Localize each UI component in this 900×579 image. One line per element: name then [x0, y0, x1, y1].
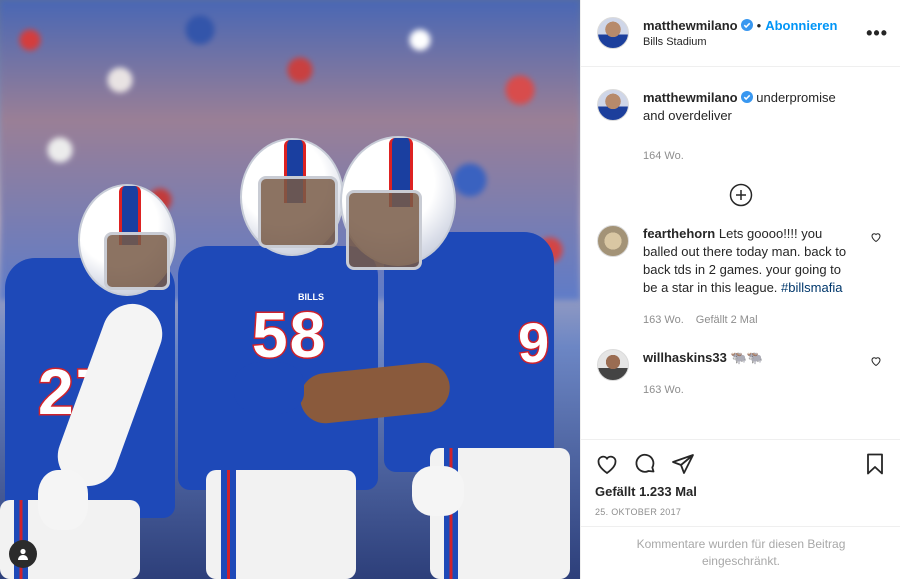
load-more-comments-button[interactable] [597, 183, 884, 207]
bookmark-icon[interactable] [863, 452, 887, 476]
post-location[interactable]: Bills Stadium [643, 36, 837, 50]
comment-likes[interactable]: Gefällt 2 Mal [696, 314, 758, 326]
caption-author-avatar[interactable] [597, 89, 629, 121]
comment-hashtag[interactable]: #billsmafia [781, 280, 842, 295]
plus-circle-icon [729, 183, 752, 207]
comment-meta: 163 Wo. Gefällt 2 Mal [643, 311, 853, 329]
verified-badge-icon [740, 91, 753, 103]
comment-body: fearthehorn Lets goooo!!!! you balled ou… [643, 225, 853, 329]
share-icon[interactable] [671, 452, 695, 476]
user-icon[interactable] [9, 540, 37, 568]
post-date[interactable]: 25. OKTOBER 2017 [595, 507, 887, 517]
post-header: matthewmilano • Abonnieren Bills Stadium •… [581, 0, 900, 67]
comment-icon[interactable] [633, 452, 657, 476]
player-right-number: 9 [516, 310, 552, 376]
caption-meta: 164 Wo. [643, 147, 853, 165]
more-options-icon[interactable]: ••• [866, 24, 888, 42]
caption-age[interactable]: 164 Wo. [643, 150, 684, 162]
comments-restricted-notice: Kommentare wurden für diesen Beitrag ein… [581, 526, 900, 579]
caption-body: matthewmilano underpromise and overdeliv… [643, 89, 853, 165]
comment-like-heart-icon[interactable] [870, 231, 882, 243]
comment-meta: 163 Wo. [643, 381, 853, 399]
comment-item: fearthehorn Lets goooo!!!! you balled ou… [597, 225, 884, 329]
player-center-facemask [258, 176, 338, 248]
comment-text: 🐃🐃 [730, 350, 763, 365]
post-actions: Gefällt 1.233 Mal 25. OKTOBER 2017 [581, 439, 900, 517]
comment-body: willhaskins33 🐃🐃 163 Wo. [643, 349, 853, 399]
post-side-panel: matthewmilano • Abonnieren Bills Stadium •… [580, 0, 900, 579]
comments-list[interactable]: matthewmilano underpromise and overdeliv… [581, 67, 900, 439]
comment-like-heart-icon[interactable] [870, 355, 882, 367]
commenter-username[interactable]: fearthehorn [643, 226, 715, 241]
commenter-avatar[interactable] [597, 349, 629, 381]
player-right-facemask [346, 190, 422, 270]
author-avatar[interactable] [597, 17, 629, 49]
post-photo[interactable]: 27 BILLS 58 9 [0, 0, 580, 579]
player-center-number: 58 [250, 298, 328, 373]
player-center-glove [38, 470, 88, 530]
action-icons-row [595, 450, 887, 478]
follow-button[interactable]: Abonnieren [765, 18, 837, 33]
commenter-username[interactable]: willhaskins33 [643, 350, 727, 365]
author-info: matthewmilano • Abonnieren Bills Stadium [643, 16, 837, 50]
commenter-avatar[interactable] [597, 225, 629, 257]
caption-username[interactable]: matthewmilano [643, 90, 738, 105]
player-right-glove [234, 362, 304, 414]
heart-icon[interactable] [595, 452, 619, 476]
verified-badge-icon [740, 19, 753, 32]
comment-age[interactable]: 163 Wo. [643, 384, 684, 396]
caption: matthewmilano underpromise and overdeliv… [597, 89, 884, 165]
comment-item: willhaskins33 🐃🐃 163 Wo. [597, 349, 884, 399]
player-left-facemask [104, 232, 170, 290]
author-username[interactable]: matthewmilano [643, 18, 738, 33]
player-center-pants [206, 470, 356, 579]
separator-dot: • [756, 18, 762, 34]
player-right-lower-glove [412, 466, 464, 516]
comment-age[interactable]: 163 Wo. [643, 314, 684, 326]
like-count[interactable]: Gefällt 1.233 Mal [595, 484, 887, 499]
